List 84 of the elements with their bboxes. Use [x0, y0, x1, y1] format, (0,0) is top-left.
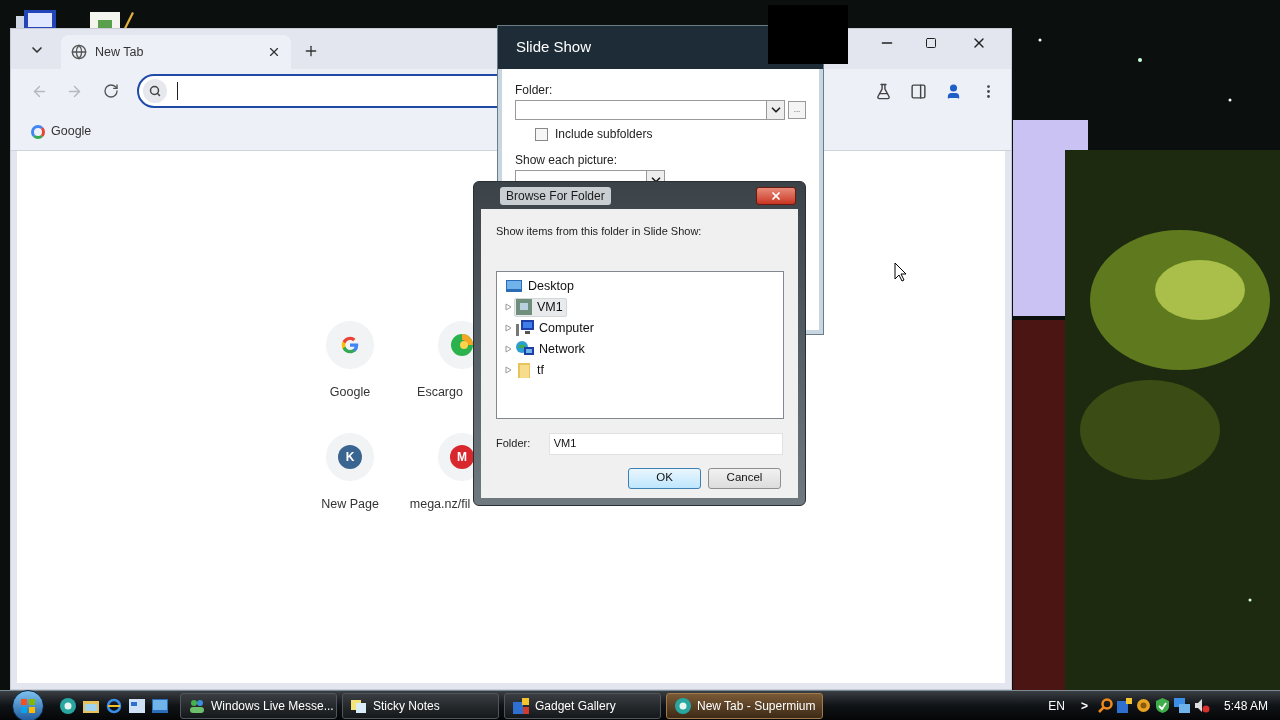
dialog-title: Slide Show	[516, 37, 592, 58]
dialog-title: Browse For Folder	[500, 186, 611, 205]
search-icon[interactable]	[1097, 698, 1113, 713]
expand-arrow-icon[interactable]	[505, 303, 512, 311]
muted-speaker-icon[interactable]	[1193, 698, 1210, 713]
field-label: Show each picture:	[515, 152, 619, 169]
dialog-button[interactable]: OK	[628, 467, 701, 489]
taskbar-button[interactable]: New Tab - Supermium	[666, 692, 823, 719]
browse-button[interactable]: ...	[788, 101, 806, 119]
clock[interactable]: 5:48 AM	[1223, 696, 1268, 715]
browser-tab[interactable]: New Tab	[61, 35, 291, 69]
computer-icon	[516, 320, 534, 336]
google-logo-icon	[339, 334, 361, 356]
shield-icon[interactable]	[1154, 698, 1170, 713]
shortcut-label: New Page	[321, 496, 379, 513]
coin-icon[interactable]	[1135, 698, 1151, 713]
expand-arrow-icon[interactable]	[505, 324, 512, 332]
google-logo-icon	[31, 124, 45, 139]
field-label: Folder:	[515, 82, 554, 99]
app-icon[interactable]	[1116, 698, 1132, 713]
tree-item[interactable]: Computer	[514, 318, 598, 338]
close-icon	[770, 189, 782, 202]
language-indicator[interactable]: EN	[1048, 696, 1065, 715]
expand-arrow-icon[interactable]	[505, 366, 512, 374]
new-tab-icon[interactable]	[303, 43, 319, 59]
notes-icon	[351, 697, 367, 714]
windows-logo-icon	[20, 697, 36, 714]
taskbar-button[interactable]: Sticky Notes	[342, 692, 499, 719]
tree-item[interactable]: Desktop	[505, 275, 783, 297]
dialog-button[interactable]: Cancel	[708, 467, 781, 489]
taskbar-button[interactable]: Gadget Gallery	[504, 692, 661, 719]
taskbar-button[interactable]: Windows Live Messe...	[180, 692, 337, 719]
folder-icon	[516, 362, 532, 378]
close-icon[interactable]	[267, 45, 281, 59]
desktop-icon[interactable]	[152, 698, 168, 713]
reload-icon[interactable]	[103, 83, 119, 99]
browser-icon	[675, 697, 691, 714]
shortcut-tile[interactable]: K New Page	[294, 431, 406, 529]
globe-icon	[71, 44, 87, 60]
tree-item-label: Network	[539, 340, 585, 358]
tree-item-label: tf	[537, 361, 544, 379]
tree-item-label: Computer	[539, 319, 594, 337]
tray-expand-button[interactable]: >	[1080, 696, 1088, 715]
close-button[interactable]	[756, 186, 796, 205]
shortcut-label: mega.nz/fil	[409, 496, 471, 513]
swirl-icon	[450, 333, 474, 357]
tree-item-label: VM1	[537, 298, 563, 316]
folder-dropdown[interactable]	[515, 100, 785, 120]
window-icon[interactable]	[129, 698, 145, 713]
profile-icon[interactable]	[945, 82, 962, 100]
folder-icon[interactable]	[83, 698, 99, 713]
shortcut-tile[interactable]: Google	[294, 319, 406, 417]
monitor-icon	[516, 299, 532, 315]
cursor-icon	[894, 262, 907, 282]
computer-icon	[16, 10, 56, 30]
maximize-icon[interactable]	[925, 37, 937, 49]
browser-icon[interactable]	[60, 697, 76, 714]
checkbox[interactable]	[535, 127, 548, 141]
letter-icon: K	[338, 445, 362, 469]
bookmark[interactable]: Google	[31, 122, 92, 141]
network-icon	[516, 341, 534, 357]
tree-item-label: Desktop	[528, 277, 574, 295]
people-icon	[189, 698, 205, 713]
folder-field[interactable]: VM1	[548, 432, 783, 455]
gadget-icon	[513, 697, 529, 714]
side-panel-icon[interactable]	[910, 82, 927, 100]
checkbox-label: Include subfolders	[555, 126, 653, 143]
shortcut-label: Google	[329, 384, 371, 401]
letter-icon: M	[450, 445, 474, 469]
tab-title: New Tab	[95, 43, 145, 61]
field-label: Folder:	[496, 436, 532, 452]
desktop-icon	[506, 279, 522, 293]
tree-item[interactable]: tf	[514, 360, 548, 380]
globe-icon[interactable]	[106, 697, 122, 714]
bookmark-label: Google	[51, 123, 92, 141]
prompt-text: Show items from this folder in Slide Show:	[496, 224, 703, 239]
tree-item[interactable]: Network	[514, 339, 589, 359]
expand-arrow-icon[interactable]	[505, 345, 512, 353]
network-icon[interactable]	[1173, 698, 1190, 713]
flask-icon[interactable]	[875, 82, 892, 100]
tree-item[interactable]: VM1	[514, 297, 567, 317]
start-button[interactable]	[12, 689, 44, 720]
shortcut-label: Escargo	[417, 384, 463, 401]
search-icon	[143, 79, 167, 103]
